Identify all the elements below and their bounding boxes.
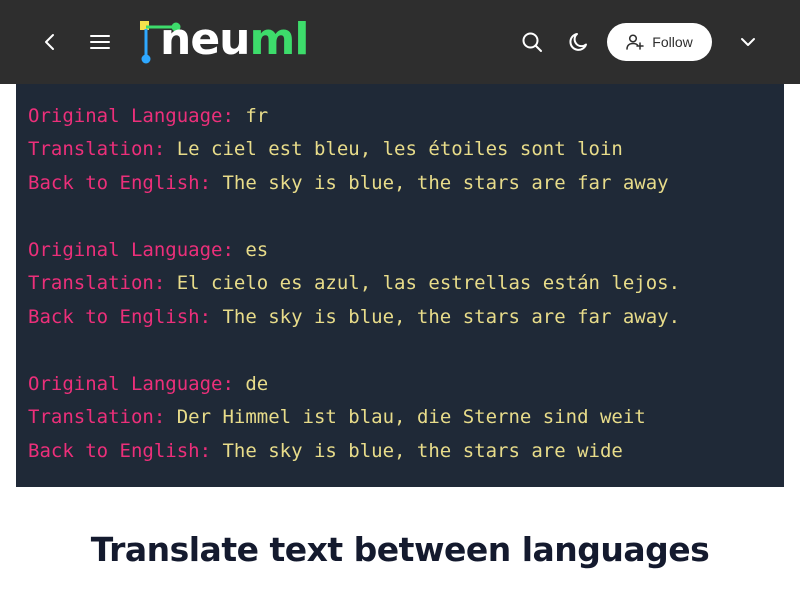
logo-text: neuml: [160, 18, 309, 62]
code-value: fr: [233, 105, 269, 127]
code-value: Le ciel est bleu, les étoiles sont loin: [165, 138, 623, 160]
code-line: Back to English: The sky is blue, the st…: [28, 306, 680, 328]
moon-icon[interactable]: [565, 28, 593, 56]
code-value: The sky is blue, the stars are far away.: [211, 306, 681, 328]
menu-icon[interactable]: [86, 28, 114, 56]
code-value: de: [233, 373, 269, 395]
follow-label: Follow: [652, 34, 693, 50]
code-value: es: [233, 239, 269, 261]
code-value: Der Himmel ist blau, die Sterne sind wei…: [165, 406, 646, 428]
code-key: Translation:: [28, 138, 166, 160]
chevron-down-icon[interactable]: [734, 28, 762, 56]
code-value: The sky is blue, the stars are far away: [211, 172, 669, 194]
code-line: Original Language: fr: [28, 105, 268, 127]
code-line: Translation: Le ciel est bleu, les étoil…: [28, 138, 623, 160]
logo-text-accent: ml: [249, 14, 310, 65]
code-line: Original Language: es: [28, 239, 268, 261]
code-line: Original Language: de: [28, 373, 268, 395]
code-key: Back to English:: [28, 306, 212, 328]
add-user-icon: [626, 34, 645, 50]
code-key: Original Language:: [28, 239, 234, 261]
search-icon[interactable]: [518, 28, 546, 56]
top-navigation-bar: neuml Follow: [0, 0, 800, 84]
code-line: Back to English: The sky is blue, the st…: [28, 440, 623, 462]
code-line: Back to English: The sky is blue, the st…: [28, 172, 669, 194]
code-key: Back to English:: [28, 172, 212, 194]
logo-mark-icon: [138, 19, 181, 65]
code-line: Translation: El cielo es azul, las estre…: [28, 272, 680, 294]
logo-text-main: neu: [160, 14, 250, 65]
code-line: Translation: Der Himmel ist blau, die St…: [28, 406, 646, 428]
follow-button[interactable]: Follow: [607, 23, 712, 61]
code-key: Translation:: [28, 272, 166, 294]
code-key: Back to English:: [28, 440, 212, 462]
section-heading: Translate text between languages: [90, 530, 710, 569]
code-output-block: Original Language: fr Translation: Le ci…: [16, 84, 784, 487]
code-key: Original Language:: [28, 373, 234, 395]
code-value: El cielo es azul, las estrellas están le…: [165, 272, 681, 294]
code-key: Original Language:: [28, 105, 234, 127]
neuml-logo[interactable]: neuml: [138, 18, 309, 66]
code-key: Translation:: [28, 406, 166, 428]
back-icon[interactable]: [36, 28, 64, 56]
code-value: The sky is blue, the stars are wide: [211, 440, 623, 462]
